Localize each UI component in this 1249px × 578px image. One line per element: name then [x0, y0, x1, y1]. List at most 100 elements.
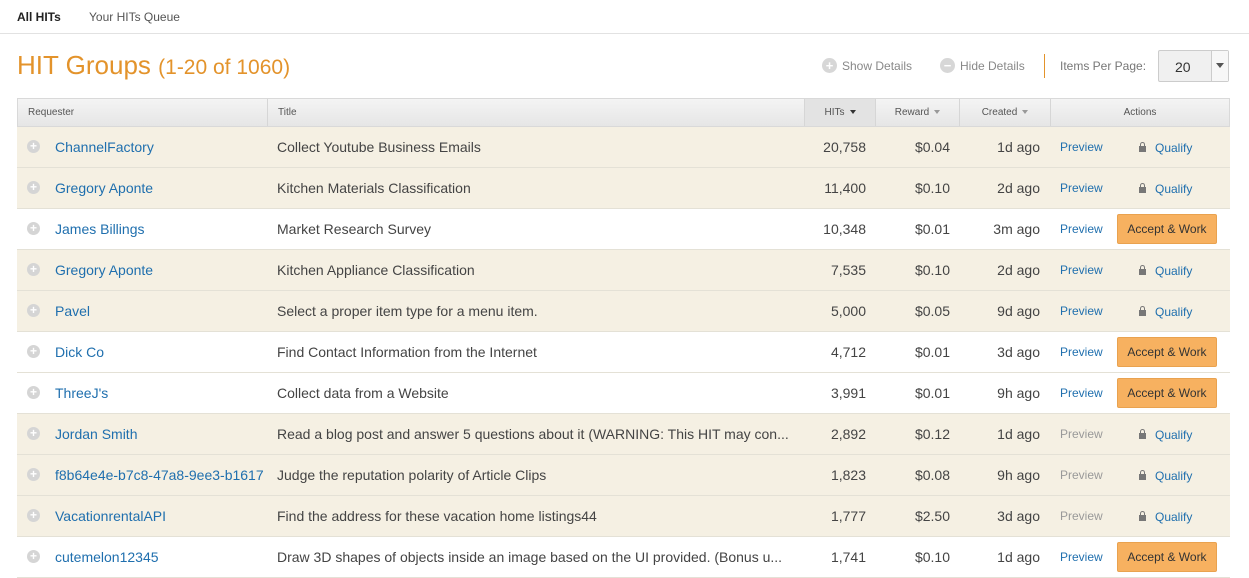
created-age: 3m ago [993, 221, 1040, 237]
sort-icon [934, 110, 941, 115]
preview-link[interactable]: Preview [1060, 332, 1103, 372]
expand-plus-icon[interactable]: + [27, 222, 40, 235]
requester-link[interactable]: cutemelon12345 [55, 537, 269, 577]
requester-link[interactable]: VacationrentalAPI [55, 496, 269, 536]
hits-count: 1,823 [830, 467, 866, 483]
qualify-link[interactable]: Qualify [1139, 168, 1192, 208]
hit-title: Market Research Survey [277, 221, 432, 237]
created-age: 9d ago [997, 303, 1040, 319]
preview-link[interactable]: Preview [1060, 209, 1103, 249]
requester-link[interactable]: Jordan Smith [55, 414, 269, 454]
created-age: 1d ago [997, 426, 1040, 442]
requester-link[interactable]: Pavel [55, 291, 269, 331]
reward-value: $2.50 [914, 508, 950, 524]
requester-link[interactable]: ChannelFactory [55, 127, 269, 167]
lock-icon [1139, 142, 1146, 152]
qualify-link[interactable]: Qualify [1139, 250, 1192, 290]
reward-value: $0.04 [914, 139, 950, 155]
requester-link[interactable]: Gregory Aponte [55, 168, 269, 208]
requester-link[interactable]: Dick Co [55, 332, 269, 372]
requester-link[interactable]: James Billings [55, 209, 269, 249]
requester-link[interactable]: f8b64e4e-b7c8-47a8-9ee3-b1617 [55, 455, 269, 495]
created-age: 9h ago [997, 467, 1040, 483]
qualify-link[interactable]: Qualify [1139, 127, 1192, 167]
qualify-label: Qualify [1155, 141, 1193, 155]
hits-count: 5,000 [830, 303, 866, 319]
sort-desc-icon [849, 110, 856, 115]
lock-icon [1139, 511, 1146, 521]
accept-work-button[interactable]: Accept & Work [1117, 542, 1217, 572]
reward-value: $0.12 [914, 426, 950, 442]
page-title-text: HIT Groups [17, 50, 151, 80]
lock-icon [1139, 429, 1146, 439]
preview-link[interactable]: Preview [1060, 496, 1103, 536]
tab-hits-queue[interactable]: Your HITs Queue [89, 10, 180, 24]
table-header: Requester Title HITs Reward Created Acti… [17, 98, 1230, 127]
hits-count: 1,777 [830, 508, 866, 524]
hit-title: Read a blog post and answer 5 questions … [277, 426, 789, 442]
expand-plus-icon[interactable]: + [27, 509, 40, 522]
items-per-page-select[interactable]: 20 [1158, 50, 1229, 82]
hits-count: 10,348 [823, 221, 866, 237]
hit-title: Kitchen Materials Classification [277, 180, 471, 196]
column-title[interactable]: Title [268, 99, 805, 126]
preview-link[interactable]: Preview [1060, 127, 1103, 167]
column-hits[interactable]: HITs [805, 99, 876, 126]
column-requester[interactable]: Requester [18, 99, 268, 126]
column-created[interactable]: Created [960, 99, 1051, 126]
preview-link[interactable]: Preview [1060, 414, 1103, 454]
hide-details-label: Hide Details [960, 58, 1025, 73]
chevron-down-icon[interactable] [1211, 51, 1228, 81]
preview-link[interactable]: Preview [1060, 168, 1103, 208]
lock-icon [1139, 183, 1146, 193]
preview-link[interactable]: Preview [1060, 373, 1103, 413]
expand-plus-icon[interactable]: + [27, 427, 40, 440]
preview-link[interactable]: Preview [1060, 291, 1103, 331]
accept-work-button[interactable]: Accept & Work [1117, 214, 1217, 244]
items-per-page-value: 20 [1175, 59, 1191, 75]
expand-plus-icon[interactable]: + [27, 263, 40, 276]
accept-work-button[interactable]: Accept & Work [1117, 337, 1217, 367]
hit-groups-table: Requester Title HITs Reward Created Acti… [17, 98, 1230, 578]
expand-plus-icon[interactable]: + [27, 140, 40, 153]
column-actions: Actions [1123, 107, 1157, 118]
reward-value: $0.05 [914, 303, 950, 319]
preview-link[interactable]: Preview [1060, 455, 1103, 495]
qualify-link[interactable]: Qualify [1139, 455, 1192, 495]
expand-plus-icon[interactable]: + [27, 550, 40, 563]
created-age: 1d ago [997, 139, 1040, 155]
show-details-button[interactable]: + Show Details [822, 58, 912, 73]
table-row: + Gregory Aponte Kitchen Appliance Class… [17, 250, 1230, 291]
preview-link[interactable]: Preview [1060, 250, 1103, 290]
result-count: (1-20 of 1060) [158, 56, 291, 79]
qualify-link[interactable]: Qualify [1139, 414, 1192, 454]
accept-work-button[interactable]: Accept & Work [1117, 378, 1217, 408]
preview-link[interactable]: Preview [1060, 537, 1103, 577]
hide-details-button[interactable]: − Hide Details [940, 58, 1025, 73]
hits-count: 20,758 [823, 139, 866, 155]
lock-icon [1139, 470, 1146, 480]
hits-count: 4,712 [830, 344, 866, 360]
expand-plus-icon[interactable]: + [27, 386, 40, 399]
hits-count: 11,400 [824, 180, 866, 196]
expand-plus-icon[interactable]: + [27, 345, 40, 358]
tab-all-hits[interactable]: All HITs [17, 10, 61, 24]
expand-plus-icon[interactable]: + [27, 468, 40, 481]
requester-link[interactable]: Gregory Aponte [55, 250, 269, 290]
expand-plus-icon[interactable]: + [27, 304, 40, 317]
qualify-link[interactable]: Qualify [1139, 496, 1192, 536]
qualify-label: Qualify [1155, 305, 1193, 319]
qualify-label: Qualify [1155, 510, 1193, 524]
expand-plus-icon[interactable]: + [27, 181, 40, 194]
table-body: + ChannelFactory Collect Youtube Busines… [17, 127, 1230, 578]
qualify-link[interactable]: Qualify [1139, 291, 1192, 331]
table-row: + f8b64e4e-b7c8-47a8-9ee3-b1617 Judge th… [17, 455, 1230, 496]
plus-circle-icon: + [822, 58, 837, 73]
requester-link[interactable]: ThreeJ's [55, 373, 269, 413]
table-row: + Pavel Select a proper item type for a … [17, 291, 1230, 332]
top-tabs: All HITs Your HITs Queue [0, 0, 1249, 34]
items-per-page-label: Items Per Page: [1060, 59, 1147, 73]
column-reward[interactable]: Reward [876, 99, 960, 126]
created-age: 9h ago [997, 385, 1040, 401]
table-row: + VacationrentalAPI Find the address for… [17, 496, 1230, 537]
